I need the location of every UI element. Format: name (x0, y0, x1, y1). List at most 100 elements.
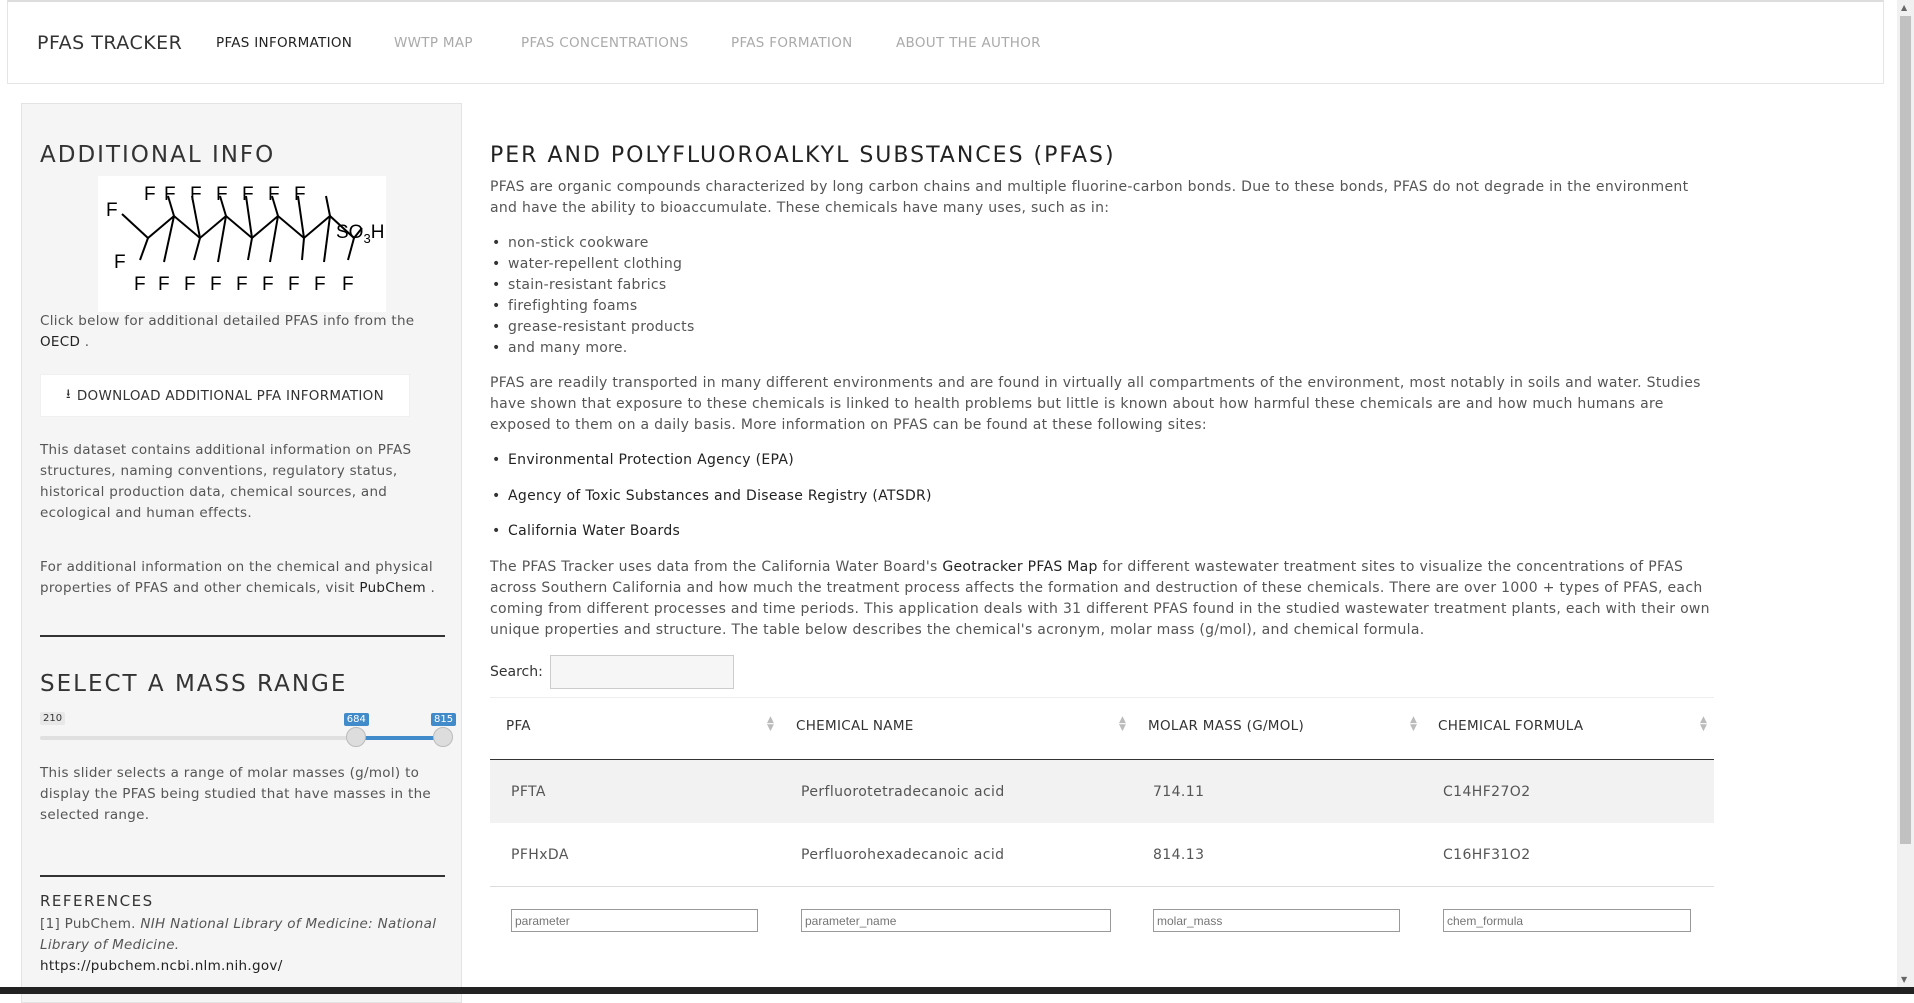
mass-range-heading: SELECT A MASS RANGE (40, 671, 348, 697)
svg-text:F: F (262, 274, 274, 295)
oecd-period: . (84, 334, 90, 350)
nav-wwtp-map[interactable]: WWTP MAP (394, 35, 473, 51)
divider (40, 875, 445, 877)
sort-icon[interactable]: ▲ ▼ (1700, 716, 1707, 733)
nav-pfas-concentrations[interactable]: PFAS CONCENTRATIONS (521, 35, 688, 51)
mass-range-slider[interactable] (40, 727, 453, 747)
nav-pfas-information[interactable]: PFAS INFORMATION (216, 35, 352, 51)
svg-text:F: F (342, 274, 354, 295)
svg-text:F: F (294, 184, 306, 205)
tracker-text-start: The PFAS Tracker uses data from the Cali… (490, 559, 938, 575)
table-row[interactable]: PFHxDA Perfluorohexadecanoic acid 814.13… (490, 823, 1714, 887)
scroll-thumb[interactable] (1900, 16, 1911, 844)
svg-text:F: F (144, 184, 156, 205)
slider-high-label: 815 (431, 713, 457, 726)
use-list-item: firefighting foams (492, 298, 637, 314)
page-scrollbar[interactable]: ▲ ▼ (1897, 0, 1914, 994)
use-list-item: and many more. (492, 340, 628, 356)
table-search-input[interactable] (550, 655, 734, 689)
pubchem-period: . (430, 580, 436, 596)
bottom-edge (0, 987, 1914, 994)
slider-low-handle[interactable] (345, 727, 366, 747)
svg-text:F: F (236, 274, 248, 295)
download-pfa-button[interactable]: ⭳ DOWNLOAD ADDITIONAL PFA INFORMATION (40, 374, 410, 417)
svg-text:F: F (164, 184, 176, 205)
pubchem-link[interactable]: PubChem (359, 580, 426, 596)
svg-text:F: F (184, 274, 196, 295)
oecd-paragraph: Click below for additional detailed PFAS… (40, 311, 440, 353)
brand-link[interactable]: PFAS TRACKER (37, 32, 182, 54)
sort-icon[interactable]: ▲ ▼ (767, 716, 774, 733)
navbar: PFAS TRACKER PFAS INFORMATION WWTP MAP P… (7, 0, 1884, 84)
cell-chemical-formula: C16HF31O2 (1443, 847, 1531, 863)
svg-text:F: F (288, 274, 300, 295)
filter-input-molar-mass[interactable] (1153, 909, 1400, 932)
svg-text:F: F (190, 184, 202, 205)
geotracker-link[interactable]: Geotracker PFAS Map (942, 559, 1097, 575)
page-title: PER AND POLYFLUOROALKYL SUBSTANCES (PFAS… (490, 143, 1116, 168)
search-label: Search: (490, 664, 543, 680)
svg-text:F: F (158, 274, 170, 295)
svg-text:F: F (268, 184, 280, 205)
pfos-structure-image: F F FF FF FF F FF FF FF FF F SO3H (98, 176, 386, 312)
use-list-item: grease-resistant products (492, 319, 695, 335)
pfas-table: PFA ▲ ▼ CHEMICAL NAME ▲ ▼ MOLAR MASS (G/MO… (490, 697, 1714, 887)
atsdr-link[interactable]: Agency of Toxic Substances and Disease R… (492, 488, 932, 504)
transport-paragraph: PFAS are readily transported in many dif… (490, 375, 1701, 433)
scroll-up-icon[interactable]: ▲ (1901, 3, 1907, 12)
molecule-drawing: F F FF FF FF F FF FF FF FF F SO3H (106, 184, 384, 295)
svg-text:F: F (134, 274, 146, 295)
oecd-intro-text: Click below for additional detailed PFAS… (40, 313, 415, 329)
oecd-link[interactable]: OECD (40, 334, 80, 350)
reference-link[interactable]: https://pubchem.ncbi.nlm.nih.gov/ (40, 958, 283, 974)
svg-text:F: F (242, 184, 254, 205)
intro-paragraph: PFAS are organic compounds characterized… (490, 179, 1689, 216)
sidebar-panel: ADDITIONAL INFO F F FF FF FF F F F F F F… (21, 103, 462, 1003)
slider-min-label: 210 (40, 712, 66, 725)
cell-molar-mass: 814.13 (1153, 847, 1205, 863)
svg-text:SO3H: SO3H (336, 222, 384, 246)
dataset-description: This dataset contains additional informa… (40, 442, 412, 521)
download-icon: ⭳ (65, 386, 71, 402)
svg-text:F: F (314, 274, 326, 295)
use-list-item: non-stick cookware (492, 235, 649, 251)
epa-link[interactable]: Environmental Protection Agency (EPA) (492, 452, 794, 468)
slider-selected-range (355, 736, 443, 740)
cell-chemical-formula: C14HF27O2 (1443, 784, 1531, 800)
filter-input-pfa[interactable] (511, 909, 758, 932)
water-boards-link[interactable]: California Water Boards (492, 523, 680, 539)
divider (40, 635, 445, 637)
filter-input-chemical-name[interactable] (801, 909, 1111, 932)
column-header-molar-mass[interactable]: MOLAR MASS (G/MOL) (1148, 718, 1304, 734)
reference-prefix: [1] PubChem. (40, 916, 136, 932)
cell-pfa: PFHxDA (511, 847, 569, 863)
scroll-down-icon[interactable]: ▼ (1901, 975, 1907, 984)
cell-chemical-name: Perfluorohexadecanoic acid (801, 847, 1005, 863)
sort-icon[interactable]: ▲ ▼ (1410, 716, 1417, 733)
additional-info-heading: ADDITIONAL INFO (40, 142, 276, 168)
nav-about-the-author[interactable]: ABOUT THE AUTHOR (896, 35, 1041, 51)
references-heading: REFERENCES (40, 892, 154, 910)
cell-molar-mass: 714.11 (1153, 784, 1205, 800)
svg-text:F: F (106, 200, 118, 221)
slider-description: This slider selects a range of molar mas… (40, 765, 432, 823)
svg-text:F: F (114, 252, 126, 273)
filter-input-chemical-formula[interactable] (1443, 909, 1691, 932)
column-header-pfa[interactable]: PFA (506, 718, 531, 734)
svg-text:F: F (210, 274, 222, 295)
column-header-chemical-name[interactable]: CHEMICAL NAME (796, 718, 914, 734)
cell-chemical-name: Perfluorotetradecanoic acid (801, 784, 1005, 800)
svg-text:F: F (216, 184, 228, 205)
reference-item: [1] PubChem. NIH National Library of Med… (40, 914, 440, 977)
slider-high-handle[interactable] (433, 727, 453, 747)
tracker-paragraph: The PFAS Tracker uses data from the Cali… (490, 557, 1715, 641)
cell-pfa: PFTA (511, 784, 546, 800)
column-header-chemical-formula[interactable]: CHEMICAL FORMULA (1438, 718, 1583, 734)
nav-pfas-formation[interactable]: PFAS FORMATION (731, 35, 853, 51)
download-button-label: DOWNLOAD ADDITIONAL PFA INFORMATION (76, 387, 385, 404)
use-list-item: stain-resistant fabrics (492, 277, 667, 293)
sort-icon[interactable]: ▲ ▼ (1119, 716, 1126, 733)
table-row[interactable]: PFTA Perfluorotetradecanoic acid 714.11 … (490, 759, 1714, 823)
pubchem-paragraph: For additional information on the chemic… (40, 557, 440, 599)
slider-low-label: 684 (343, 713, 369, 726)
